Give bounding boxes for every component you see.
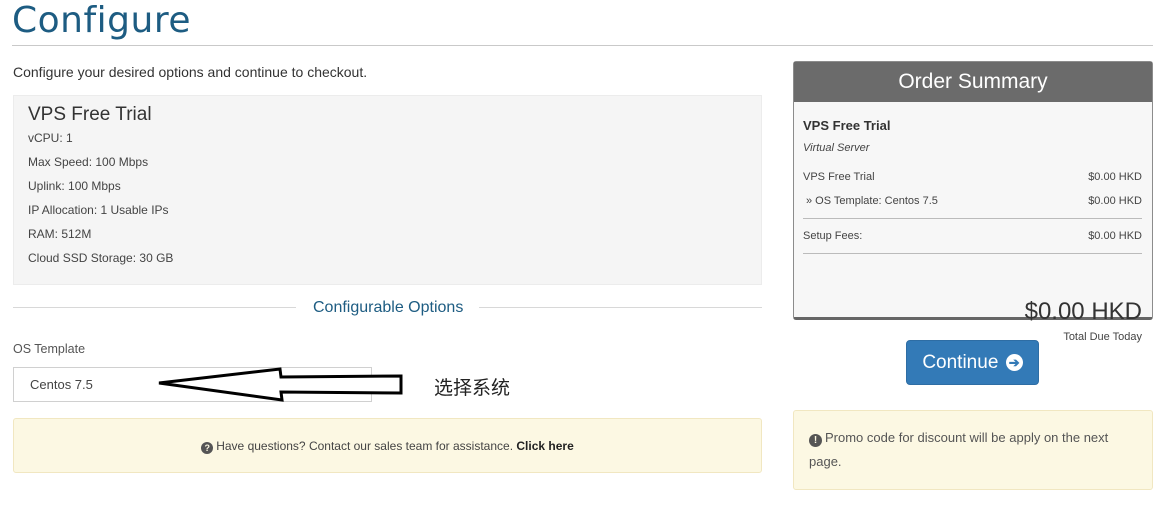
setup-fees-label: Setup Fees: [803,230,863,242]
total-amount: $0.00 HKD [1024,298,1142,325]
spec-ip-allocation: IP Allocation: 1 Usable IPs [28,203,169,217]
product-info-panel: VPS Free Trial vCPU: 1 Max Speed: 100 Mb… [13,95,762,285]
spec-max-speed: Max Speed: 100 Mbps [28,155,149,169]
setup-fees-amount: $0.00 HKD [1088,230,1142,242]
promo-text: Promo code for discount will be apply on… [809,430,1109,469]
left-arrow-icon [158,367,403,402]
spec-uplink: Uplink: 100 Mbps [28,179,121,193]
intro-text: Configure your desired options and conti… [13,64,368,80]
page-title: Configure [12,0,191,41]
continue-button[interactable]: Continue ➔ [906,340,1039,385]
annotation-label: 选择系统 [434,378,511,399]
title-divider [12,45,1153,46]
summary-line-amount: $0.00 HKD [1088,171,1142,183]
question-circle-icon: ? [201,442,214,454]
order-summary-panel: Order Summary VPS Free Trial Virtual Ser… [793,61,1153,343]
os-template-label: OS Template [13,342,86,356]
configurable-options-heading: Configurable Options [313,299,464,316]
exclamation-circle-icon: ! [809,434,822,447]
summary-product-group: Virtual Server [803,142,870,154]
help-link[interactable]: Click here [516,439,573,453]
summary-line-amount: $0.00 HKD [1088,195,1142,207]
promo-alert: ! Promo code for discount will be apply o… [793,410,1153,490]
summary-divider [803,218,1142,219]
product-name: VPS Free Trial [28,104,152,125]
order-summary-title: Order Summary [794,62,1152,102]
help-line: ? Have questions? Contact our sales team … [14,439,761,454]
help-text: Have questions? Contact our sales team f… [216,439,514,453]
options-divider-right [479,307,762,308]
summary-product-name: VPS Free Trial [803,118,891,133]
arrow-circle-right-icon: ➔ [1005,354,1023,371]
options-divider-left [13,307,296,308]
summary-divider [803,253,1142,254]
spec-ram: RAM: 512M [28,227,92,241]
continue-label: Continue [922,352,999,373]
spec-storage: Cloud SSD Storage: 30 GB [28,251,174,265]
summary-line-label: » OS Template: Centos 7.5 [806,195,938,207]
summary-line-label: VPS Free Trial [803,171,875,183]
total-due-label: Total Due Today [1063,331,1142,343]
help-alert: ? Have questions? Contact our sales team … [13,418,762,473]
os-template-value: Centos 7.5 [30,377,93,392]
spec-vcpu: vCPU: 1 [28,131,73,145]
